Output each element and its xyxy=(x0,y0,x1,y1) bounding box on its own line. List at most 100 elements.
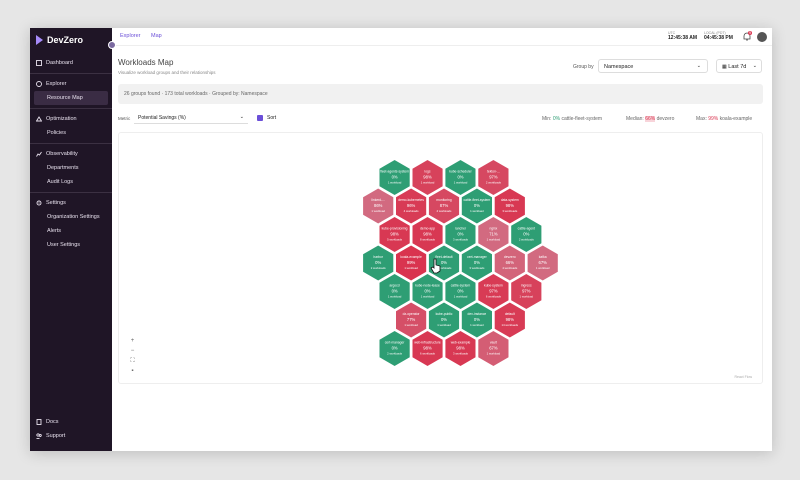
hex-cell[interactable]: cattle-fleet-system0%1 workload xyxy=(460,187,493,225)
hex-sub: 1 workload xyxy=(470,323,484,327)
hex-cell[interactable]: kafka67%1 workload xyxy=(526,244,559,282)
summary-bar: 26 groups found · 173 total workloads · … xyxy=(118,84,763,104)
summary-text: 26 groups found · 173 total workloads · … xyxy=(124,91,268,97)
sidebar-item-optimization[interactable]: Optimization xyxy=(30,112,112,126)
hex-value: 0% xyxy=(375,260,381,265)
hex-cell[interactable]: monitoring87%4 workloads xyxy=(427,187,461,225)
sidebar-item-label: Alerts xyxy=(47,228,62,234)
hex-sub: 1 workload xyxy=(421,295,435,299)
hex-cell[interactable]: logs98%1 workload xyxy=(411,158,444,197)
hex-cell[interactable]: cert-manager0%3 workloads xyxy=(460,244,493,282)
sidebar-item-resource-map[interactable]: Resource Map xyxy=(34,91,108,105)
sidebar-item-explorer[interactable]: Explorer xyxy=(30,77,112,91)
top-bar: Explorer Map UTC 12:45:38 AM LOCAL (PDT)… xyxy=(112,28,772,46)
sidebar-item-policies[interactable]: Policies xyxy=(30,126,112,140)
hex-cell[interactable]: kube-node-lease0%1 workload xyxy=(411,272,444,311)
hex-sub: 3 workloads xyxy=(453,238,469,242)
hex-cell[interactable]: ingress97%1 workload xyxy=(510,272,543,311)
time-range-select[interactable]: ▦ Last 7d ⌄ xyxy=(716,59,762,73)
metric-label: Metric xyxy=(118,116,131,121)
hex-value: 0% xyxy=(392,289,398,294)
hex-name: nginx xyxy=(489,227,497,231)
sidebar-item-docs[interactable]: Docs xyxy=(30,415,112,429)
sidebar-item-observability[interactable]: Observability xyxy=(30,147,112,161)
hex-cell[interactable]: vault67%1 workload xyxy=(477,329,510,368)
hex-name: data-system xyxy=(501,198,519,202)
sidebar-item-user-settings[interactable]: User Settings xyxy=(30,238,112,252)
group-by-value: Namespace xyxy=(604,64,634,70)
hex-cell[interactable]: kube-public0%1 workload xyxy=(427,301,461,339)
sidebar-item-support[interactable]: Support xyxy=(30,429,112,443)
zoom-out-icon[interactable]: − xyxy=(129,348,136,355)
hex-value: 97% xyxy=(489,175,498,180)
hex-cell[interactable]: cattle-system0%1 workload xyxy=(444,272,477,311)
hex-cell[interactable]: kube-provisioning98%5 workloads xyxy=(378,215,411,254)
zoom-in-icon[interactable]: + xyxy=(129,338,136,345)
hex-sub: 1 workload xyxy=(437,323,451,327)
stat-min-name: cattle-fleet-system xyxy=(561,116,603,122)
nav-divider xyxy=(30,192,112,193)
hex-cell[interactable]: dz-operator77%1 workload xyxy=(395,301,428,339)
hex-value: 97% xyxy=(489,289,498,294)
hex-cell[interactable]: kube-scheduler0%1 workload xyxy=(444,158,477,197)
stat-median-name: devzero xyxy=(656,116,675,122)
hex-cell[interactable]: fleet-agents-system0%1 workload xyxy=(378,158,411,197)
sidebar-item-label: Audit Logs xyxy=(47,179,73,185)
hex-cell[interactable]: argocd0%1 workload xyxy=(378,272,411,311)
hex-name: fleet-agents-system xyxy=(380,170,409,174)
hex-cell[interactable]: data-system98%3 workloads xyxy=(493,187,526,225)
hex-cell[interactable]: nginx71%1 workload xyxy=(477,215,510,254)
hex-cell[interactable]: tekton-...97%2 workloads xyxy=(477,158,510,197)
hex-name: vault xyxy=(490,341,497,345)
nav-divider xyxy=(30,73,112,74)
hex-name: web-infrastructure xyxy=(414,341,441,345)
utc-clock: UTC 12:45:38 AM xyxy=(668,31,697,41)
cursor-hand-icon xyxy=(430,258,441,274)
hex-sub: 1 workload xyxy=(404,323,418,327)
hex-cell[interactable]: koala-example99%1 workload xyxy=(395,244,428,282)
gear-icon xyxy=(36,200,42,206)
hex-value: 99% xyxy=(407,260,416,265)
sidebar-nav: Dashboard Explorer Resource Map Optimizatio… xyxy=(30,56,112,252)
hex-sub: 1 workload xyxy=(470,209,484,213)
hex-cell[interactable]: web-infrastructure98%6 workloads xyxy=(411,329,444,368)
hex-name: kube-public xyxy=(436,312,453,316)
hex-name: koala-example xyxy=(400,255,422,259)
hex-cell[interactable]: rancher0%3 workloads xyxy=(444,215,477,254)
hex-cell[interactable]: cert-manager0%2 workloads xyxy=(378,329,411,368)
brand[interactable]: DevZero xyxy=(36,35,83,45)
sidebar-item-departments[interactable]: Departments xyxy=(30,161,112,175)
sidebar-collapse-button[interactable] xyxy=(108,41,116,49)
sort-checkbox[interactable] xyxy=(257,115,263,121)
hex-cell[interactable]: default98%14 workloads xyxy=(493,301,526,339)
hex-cell[interactable]: harbor0%2 workloads xyxy=(362,244,395,282)
metric-select[interactable]: Potential Savings (%) ⌄ xyxy=(134,112,248,124)
hex-cell[interactable]: linkerd-...86%1 workload xyxy=(362,187,395,225)
hex-name: kube-provisioning xyxy=(382,227,408,231)
avatar[interactable] xyxy=(757,32,767,42)
hex-sub: 14 workloads xyxy=(502,323,519,327)
sidebar-item-audit-logs[interactable]: Audit Logs xyxy=(30,175,112,189)
sidebar-item-alerts[interactable]: Alerts xyxy=(30,224,112,238)
hex-cell[interactable]: cattle-agent0%2 workloads xyxy=(510,215,543,254)
hex-cell[interactable]: devzero66%4 workloads xyxy=(493,244,526,282)
hex-sub: 1 workload xyxy=(536,266,550,270)
sidebar-item-organization-settings[interactable]: Organization Settings xyxy=(30,210,112,224)
calendar-icon: ▦ xyxy=(722,64,727,70)
sidebar-item-settings[interactable]: Settings xyxy=(30,196,112,210)
stat-max-label: Max: xyxy=(696,116,707,122)
sidebar-item-label: User Settings xyxy=(47,242,81,248)
hex-cell[interactable]: dev-instance0%1 workload xyxy=(460,301,493,339)
hex-value: 0% xyxy=(441,317,447,322)
sidebar-item-dashboard[interactable]: Dashboard xyxy=(30,56,112,70)
sidebar-item-label: Explorer xyxy=(46,81,67,87)
lock-icon[interactable]: ▪ xyxy=(129,368,136,375)
hex-cell[interactable]: web-example98%3 workloads xyxy=(444,329,477,368)
dashboard-icon xyxy=(36,60,42,66)
hex-cell[interactable]: demo-kubernetes96%4 workloads xyxy=(395,187,428,225)
fit-view-icon[interactable]: ⛶ xyxy=(129,358,136,365)
breadcrumb-explorer[interactable]: Explorer xyxy=(120,33,140,39)
group-by-select[interactable]: Namespace ⌄ xyxy=(598,59,708,73)
hex-cell[interactable]: kube-system97%6 workloads xyxy=(477,272,510,311)
hex-cell[interactable]: demo-app98%8 workloads xyxy=(411,215,444,254)
